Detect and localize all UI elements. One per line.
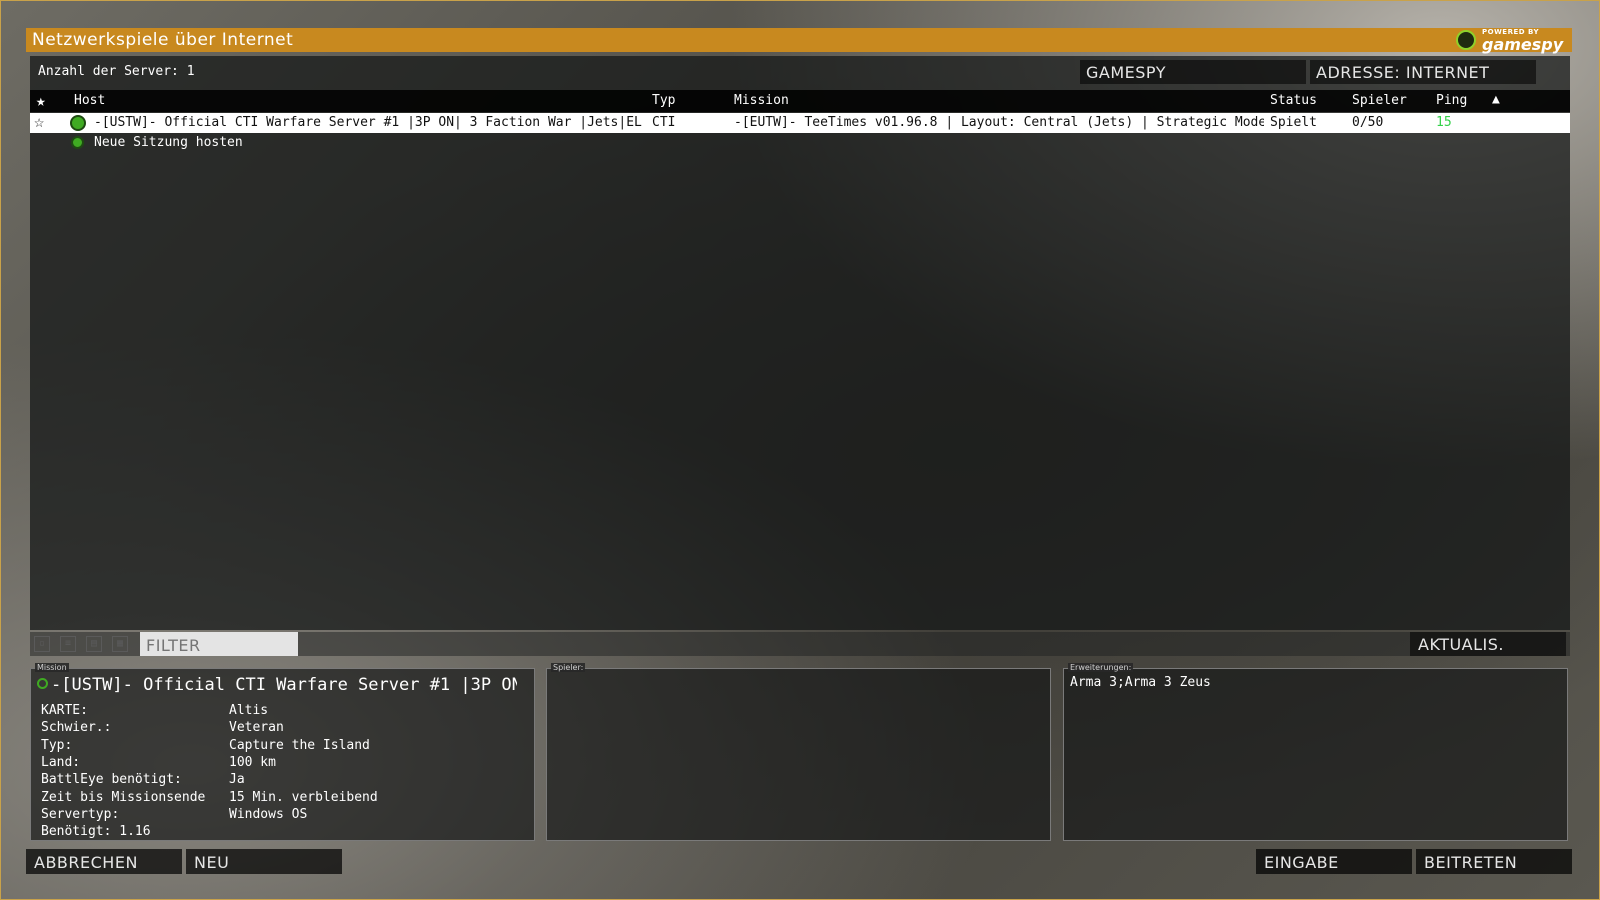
detail-label: Servertyp: <box>41 807 120 822</box>
host-new-session-label: Neue Sitzung hosten <box>94 135 243 150</box>
gamespy-source-button[interactable]: GAMESPY <box>1080 60 1306 84</box>
detail-value: 15 Min. verbleibend <box>229 790 378 805</box>
detail-label: Benötigt: 1.16 <box>41 824 151 839</box>
detail-label: Typ: <box>41 738 73 753</box>
detail-value: 100 km <box>229 755 276 770</box>
sort-ascending-icon[interactable]: ▲ <box>1492 92 1500 107</box>
type-column-header[interactable]: Typ <box>652 93 675 108</box>
mission-status-icon <box>37 678 48 689</box>
gamespy-name-text: gamespy <box>1482 35 1564 54</box>
ping-column-header[interactable]: Ping <box>1436 93 1467 108</box>
host-session-icon <box>71 136 84 149</box>
extensions-info-box: Erweiterungen: Arma 3;Arma 3 Zeus <box>1063 663 1568 841</box>
detail-value: Capture the Island <box>229 738 370 753</box>
gamespy-logo-icon <box>1456 30 1476 50</box>
detail-value: Windows OS <box>229 807 308 822</box>
server-count: Anzahl der Server: 1 <box>38 64 195 79</box>
extensions-value: Arma 3;Arma 3 Zeus <box>1070 675 1211 690</box>
filter-icon-1[interactable]: ▫ <box>34 636 50 652</box>
gamespy-logo: POWERED BY gamespy <box>1456 28 1566 54</box>
new-button[interactable]: NEU <box>186 849 342 874</box>
server-type: CTI <box>652 115 676 130</box>
server-ping: 15 <box>1436 115 1452 130</box>
mission-box-legend: Mission <box>35 663 69 672</box>
server-status: Spielt <box>1270 115 1317 130</box>
server-list-header: ★ Host Typ Mission Status Spieler Ping ▲ <box>30 90 1570 112</box>
window-title: Netzwerkspiele über Internet <box>32 30 294 50</box>
mission-info-box: Mission -[USTW]- Official CTI Warfare Se… <box>30 663 535 841</box>
server-host-name: -[USTW]- Official CTI Warfare Server #1 … <box>94 115 642 130</box>
detail-label: BattlEye benötigt: <box>41 772 182 787</box>
filter-icon-4[interactable]: ▦ <box>112 636 128 652</box>
filter-icon-3[interactable]: ▤ <box>86 636 102 652</box>
players-info-box: Spieler: <box>546 663 1051 841</box>
status-column-header[interactable]: Status <box>1270 93 1317 108</box>
mission-title-text: -[USTW]- Official CTI Warfare Server #1 … <box>51 675 517 695</box>
server-mission: -[EUTW]- TeeTimes v01.96.8 | Layout: Cen… <box>734 115 1264 130</box>
extensions-box-legend: Erweiterungen: <box>1068 663 1134 672</box>
cancel-button[interactable]: ABBRECHEN <box>26 849 182 874</box>
server-list-panel: Anzahl der Server: 1 GAMESPY ADRESSE: IN… <box>30 56 1570 630</box>
detail-label: Schwier.: <box>41 720 112 735</box>
detail-label: Land: <box>41 755 81 770</box>
detail-value: Altis <box>229 703 269 718</box>
server-online-icon <box>70 115 86 131</box>
detail-value: Ja <box>229 772 245 787</box>
favorite-star-icon[interactable]: ☆ <box>34 112 44 132</box>
title-bar: Netzwerkspiele über Internet POWERED BY … <box>26 28 1572 54</box>
detail-value: Veteran <box>229 720 284 735</box>
host-column-header[interactable]: Host <box>74 93 105 108</box>
mission-title: -[USTW]- Official CTI Warfare Server #1 … <box>37 675 517 695</box>
address-internet-button[interactable]: ADRESSE: INTERNET <box>1310 60 1536 84</box>
join-button[interactable]: BEITRETEN <box>1416 849 1572 874</box>
input-button[interactable]: EINGABE <box>1256 849 1412 874</box>
detail-label: Zeit bis Missionsende <box>41 790 206 805</box>
filter-icon-2[interactable]: ≡ <box>60 636 76 652</box>
server-players: 0/50 <box>1352 115 1384 130</box>
players-column-header[interactable]: Spieler <box>1352 93 1407 108</box>
host-new-session-item[interactable]: Neue Sitzung hosten <box>30 134 630 152</box>
filter-toolbar: ▫ ≡ ▤ ▦ AKTUALIS. <box>30 632 1570 656</box>
table-row[interactable]: ☆ -[USTW]- Official CTI Warfare Server #… <box>30 112 1570 133</box>
mission-column-header[interactable]: Mission <box>734 93 789 108</box>
filter-input[interactable] <box>140 632 298 656</box>
players-box-legend: Spieler: <box>551 663 586 672</box>
favorite-column-header-icon[interactable]: ★ <box>36 91 46 110</box>
refresh-button[interactable]: AKTUALIS. <box>1410 632 1566 656</box>
detail-label: KARTE: <box>41 703 88 718</box>
